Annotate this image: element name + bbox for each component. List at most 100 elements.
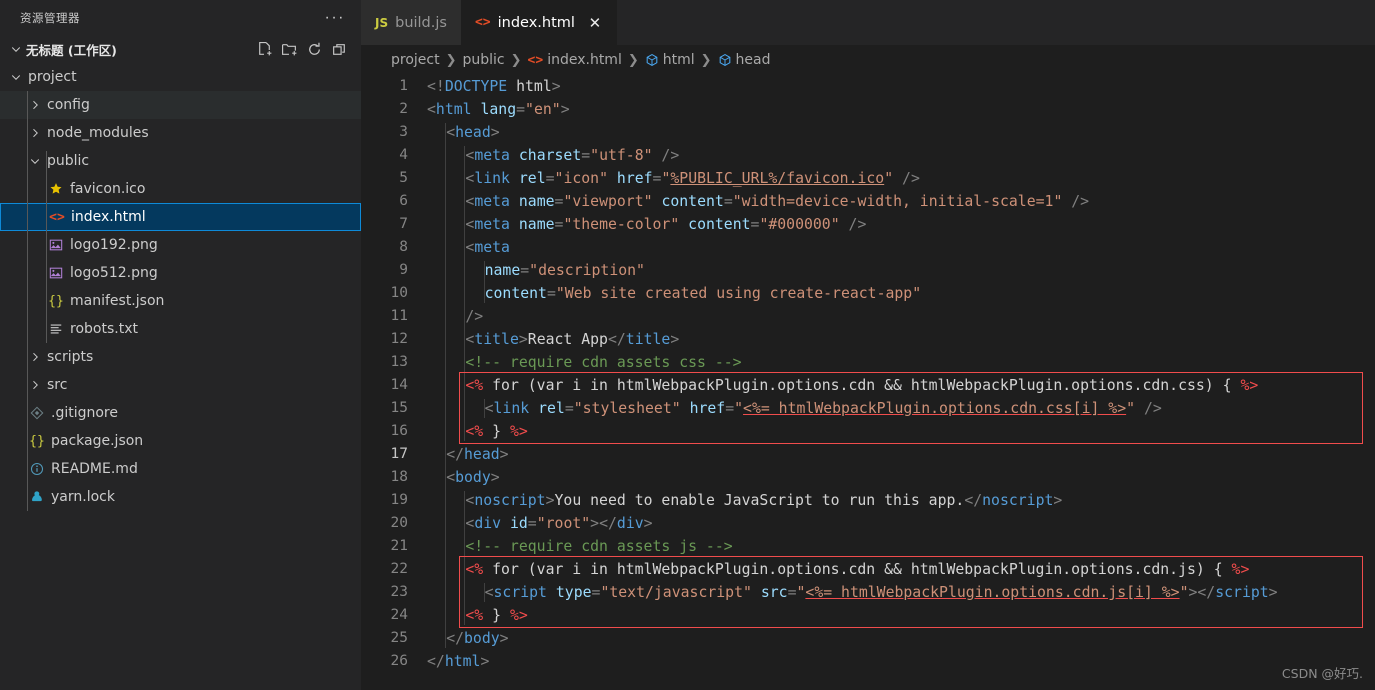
chevron-right-icon [27, 351, 43, 363]
line-number: 18 [390, 469, 408, 485]
line-number: 5 [399, 170, 408, 186]
breadcrumb-item-html[interactable]: html [645, 52, 695, 68]
code-line[interactable]: 24 <% } %> [361, 604, 1375, 627]
collapse-all-icon[interactable] [329, 39, 349, 59]
code-line[interactable]: 11 /> [361, 305, 1375, 328]
code-line[interactable]: 20 <div id="root"></div> [361, 512, 1375, 535]
line-number: 3 [399, 124, 408, 140]
breadcrumb-item-public[interactable]: public [463, 52, 505, 68]
tree-item-label: index.html [71, 209, 146, 225]
code-line[interactable]: 18 <body> [361, 466, 1375, 489]
tab-build-js[interactable]: JS build.js [361, 0, 461, 45]
tree-item-package-json[interactable]: {} package.json [0, 427, 361, 455]
token-str: " [1126, 400, 1136, 417]
code-line[interactable]: 13 <!-- require cdn assets css --> [361, 351, 1375, 374]
token-tag: body [464, 630, 500, 647]
tree-item-src[interactable]: src [0, 371, 361, 399]
code-line[interactable]: 21 <!-- require cdn assets js --> [361, 535, 1375, 558]
tree-item-logo512-png[interactable]: logo512.png [0, 259, 361, 287]
breadcrumb-item-project[interactable]: project [391, 52, 440, 68]
tree-item-robots-txt[interactable]: robots.txt [0, 315, 361, 343]
token-str: "Web site created using create-react-app… [555, 285, 922, 302]
tab-index-html[interactable]: <> index.html ✕ [460, 0, 617, 45]
token-tag: link [493, 400, 530, 417]
code-editor[interactable]: 1 <!DOCTYPE html> 2 <html lang="en"> 3 <head>… [361, 75, 1375, 690]
tree-item-yarn-lock[interactable]: yarn.lock [0, 483, 361, 511]
token-punc: = [723, 193, 733, 210]
code-line[interactable]: 10 content="Web site created using create… [361, 282, 1375, 305]
code-line[interactable]: 5 <link rel="icon" href="%PUBLIC_URL%/fav… [361, 167, 1375, 190]
new-file-icon[interactable] [254, 39, 274, 59]
breadcrumb-item-index-html[interactable]: <> index.html [528, 52, 622, 68]
close-icon[interactable]: ✕ [587, 14, 603, 32]
token-punc: > [490, 469, 500, 486]
chevron-right-icon: ❯ [700, 52, 712, 68]
breadcrumb-item-head[interactable]: head [718, 52, 771, 68]
code-line[interactable]: 2 <html lang="en"> [361, 98, 1375, 121]
tree-item--gitignore[interactable]: .gitignore [0, 399, 361, 427]
tree-item-logo192-png[interactable]: logo192.png [0, 231, 361, 259]
token-tag: head [464, 446, 500, 463]
tree-item-index-html[interactable]: <> index.html [0, 203, 361, 231]
code-text: <meta [465, 236, 510, 259]
token-punc: > [499, 630, 509, 647]
new-folder-icon[interactable] [279, 39, 299, 59]
token-punc: </ [964, 492, 983, 509]
line-number: 11 [390, 308, 408, 324]
code-line[interactable]: 15 <link rel="stylesheet" href="<%= htmlW… [361, 397, 1375, 420]
tree-item-node-modules[interactable]: node_modules [0, 119, 361, 147]
tree-item-project[interactable]: project [0, 63, 361, 91]
code-text: <!-- require cdn assets css --> [465, 351, 741, 374]
tree-item-label: scripts [47, 349, 94, 365]
line-number: 23 [390, 584, 408, 600]
tree-item-public[interactable]: public [0, 147, 361, 175]
code-line[interactable]: 19 <noscript>You need to enable JavaScrip… [361, 489, 1375, 512]
code-line[interactable]: 9 name="description" [361, 259, 1375, 282]
tree-item-favicon-ico[interactable]: favicon.ico [0, 175, 361, 203]
token-tag: noscript [982, 492, 1054, 509]
tree-item-label: package.json [51, 433, 144, 449]
refresh-icon[interactable] [304, 39, 324, 59]
code-line[interactable]: 23 <script type="text/javascript" src="<%… [361, 581, 1375, 604]
indent-guide [483, 583, 485, 602]
code-text: <meta charset="utf-8" /> [465, 144, 679, 167]
code-line[interactable]: 14 <% for (var i in htmlWebpackPlugin.opt… [361, 374, 1375, 397]
token-punc: > [643, 515, 653, 532]
indent-guide [464, 146, 466, 441]
token-str: "utf-8" [590, 147, 653, 164]
explorer-more-actions-icon[interactable]: ··· [317, 9, 353, 25]
token-tag: meta [474, 147, 510, 164]
token-attr: id [509, 515, 528, 532]
tree-item-readme-md[interactable]: README.md [0, 455, 361, 483]
chevron-down-icon [27, 155, 43, 167]
code-line[interactable]: 25 </body> [361, 627, 1375, 650]
workspace-row[interactable]: 无标题 (工作区) [0, 35, 361, 63]
token-tag: head [455, 124, 491, 141]
tree-item-manifest-json[interactable]: {} manifest.json [0, 287, 361, 315]
tab-bar: JS build.js <> index.html ✕ [361, 0, 1375, 45]
code-line[interactable]: 17 </head> [361, 443, 1375, 466]
code-line[interactable]: 16 <% } %> [361, 420, 1375, 443]
code-line[interactable]: 4 <meta charset="utf-8" /> [361, 144, 1375, 167]
token-attr: content [688, 216, 751, 233]
code-line[interactable]: 12 <title>React App</title> [361, 328, 1375, 351]
token-punc: < [465, 193, 475, 210]
token-punc: = [725, 400, 735, 417]
token-str: "en" [525, 101, 561, 118]
code-line[interactable]: 22 <% for (var i in htmlWebpackPlugin.opt… [361, 558, 1375, 581]
tree-item-scripts[interactable]: scripts [0, 343, 361, 371]
code-line[interactable]: 3 <head> [361, 121, 1375, 144]
watermark: CSDN @好巧. [1281, 666, 1363, 681]
code-line[interactable]: 1 <!DOCTYPE html> [361, 75, 1375, 98]
breadcrumb-label: html [662, 52, 695, 68]
code-line[interactable]: 7 <meta name="theme-color" content="#0000… [361, 213, 1375, 236]
code-line[interactable]: 8 <meta [361, 236, 1375, 259]
file-tree[interactable]: project config node_modules public favicon.i… [0, 63, 361, 690]
code-line[interactable]: 26 </html> [361, 650, 1375, 673]
tree-item-config[interactable]: config [0, 91, 361, 119]
code-line[interactable]: 6 <meta name="viewport" content="width=de… [361, 190, 1375, 213]
token-str: " [734, 400, 744, 417]
token-punc: < [465, 515, 475, 532]
